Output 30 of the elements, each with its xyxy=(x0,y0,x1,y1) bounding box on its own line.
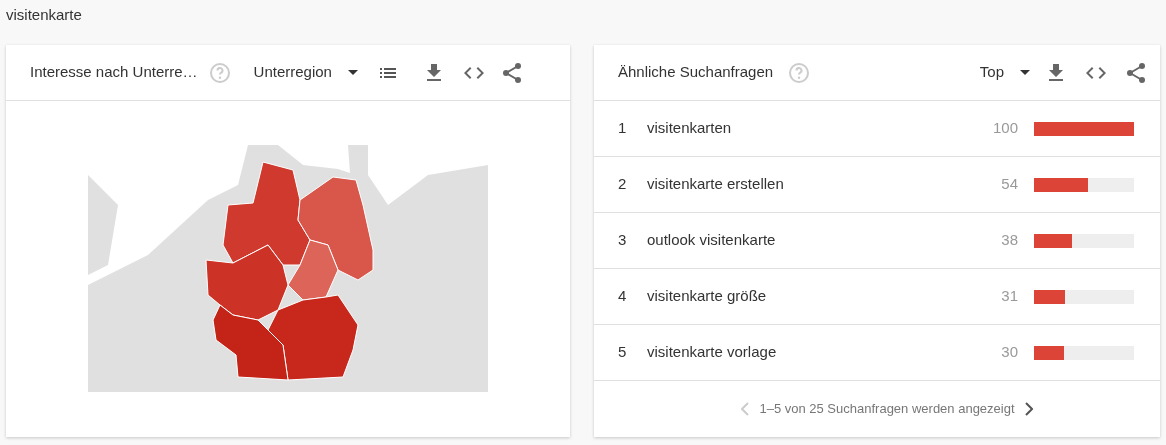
value-text: 31 xyxy=(1000,286,1018,307)
query-text: outlook visitenkarte xyxy=(647,230,777,251)
pagination-text: 1–5 von 25 Suchanfragen werden angezeigt xyxy=(759,400,1015,419)
rank-number: 3 xyxy=(618,230,628,251)
rank-number: 1 xyxy=(618,118,628,139)
query-row[interactable]: 2 visitenkarte erstellen 54 xyxy=(594,157,1160,213)
card-title: Interesse nach Unterre… xyxy=(30,62,198,83)
region-dropdown[interactable]: Unterregion xyxy=(253,61,358,84)
rank-number: 5 xyxy=(618,342,628,363)
rank-number: 2 xyxy=(618,174,628,195)
value-text: 30 xyxy=(1000,342,1018,363)
query-text: visitenkarte erstellen xyxy=(647,174,785,195)
page-title: visitenkarte xyxy=(5,5,83,25)
chevron-right-icon[interactable] xyxy=(1024,402,1033,416)
card-title: Ähnliche Suchanfragen xyxy=(618,62,774,83)
value-text: 38 xyxy=(1000,230,1018,251)
value-text: 100 xyxy=(991,118,1018,139)
caret-icon xyxy=(1020,70,1030,75)
query-row[interactable]: 5 visitenkarte vorlage 30 xyxy=(594,325,1160,381)
query-row[interactable]: 4 visitenkarte größe 31 xyxy=(594,269,1160,325)
share-icon[interactable] xyxy=(1124,60,1148,85)
rank-number: 4 xyxy=(618,286,628,307)
caret-icon xyxy=(347,70,358,75)
query-text: visitenkarte vorlage xyxy=(647,342,778,363)
query-row[interactable]: 1 visitenkarten 100 xyxy=(594,101,1160,157)
value-text: 54 xyxy=(1000,174,1018,195)
query-text: visitenkarte größe xyxy=(647,286,768,307)
type-dropdown[interactable]: Top xyxy=(979,61,1030,84)
query-row[interactable]: 3 outlook visitenkarte 38 xyxy=(594,213,1160,269)
query-text: visitenkarten xyxy=(647,118,733,139)
